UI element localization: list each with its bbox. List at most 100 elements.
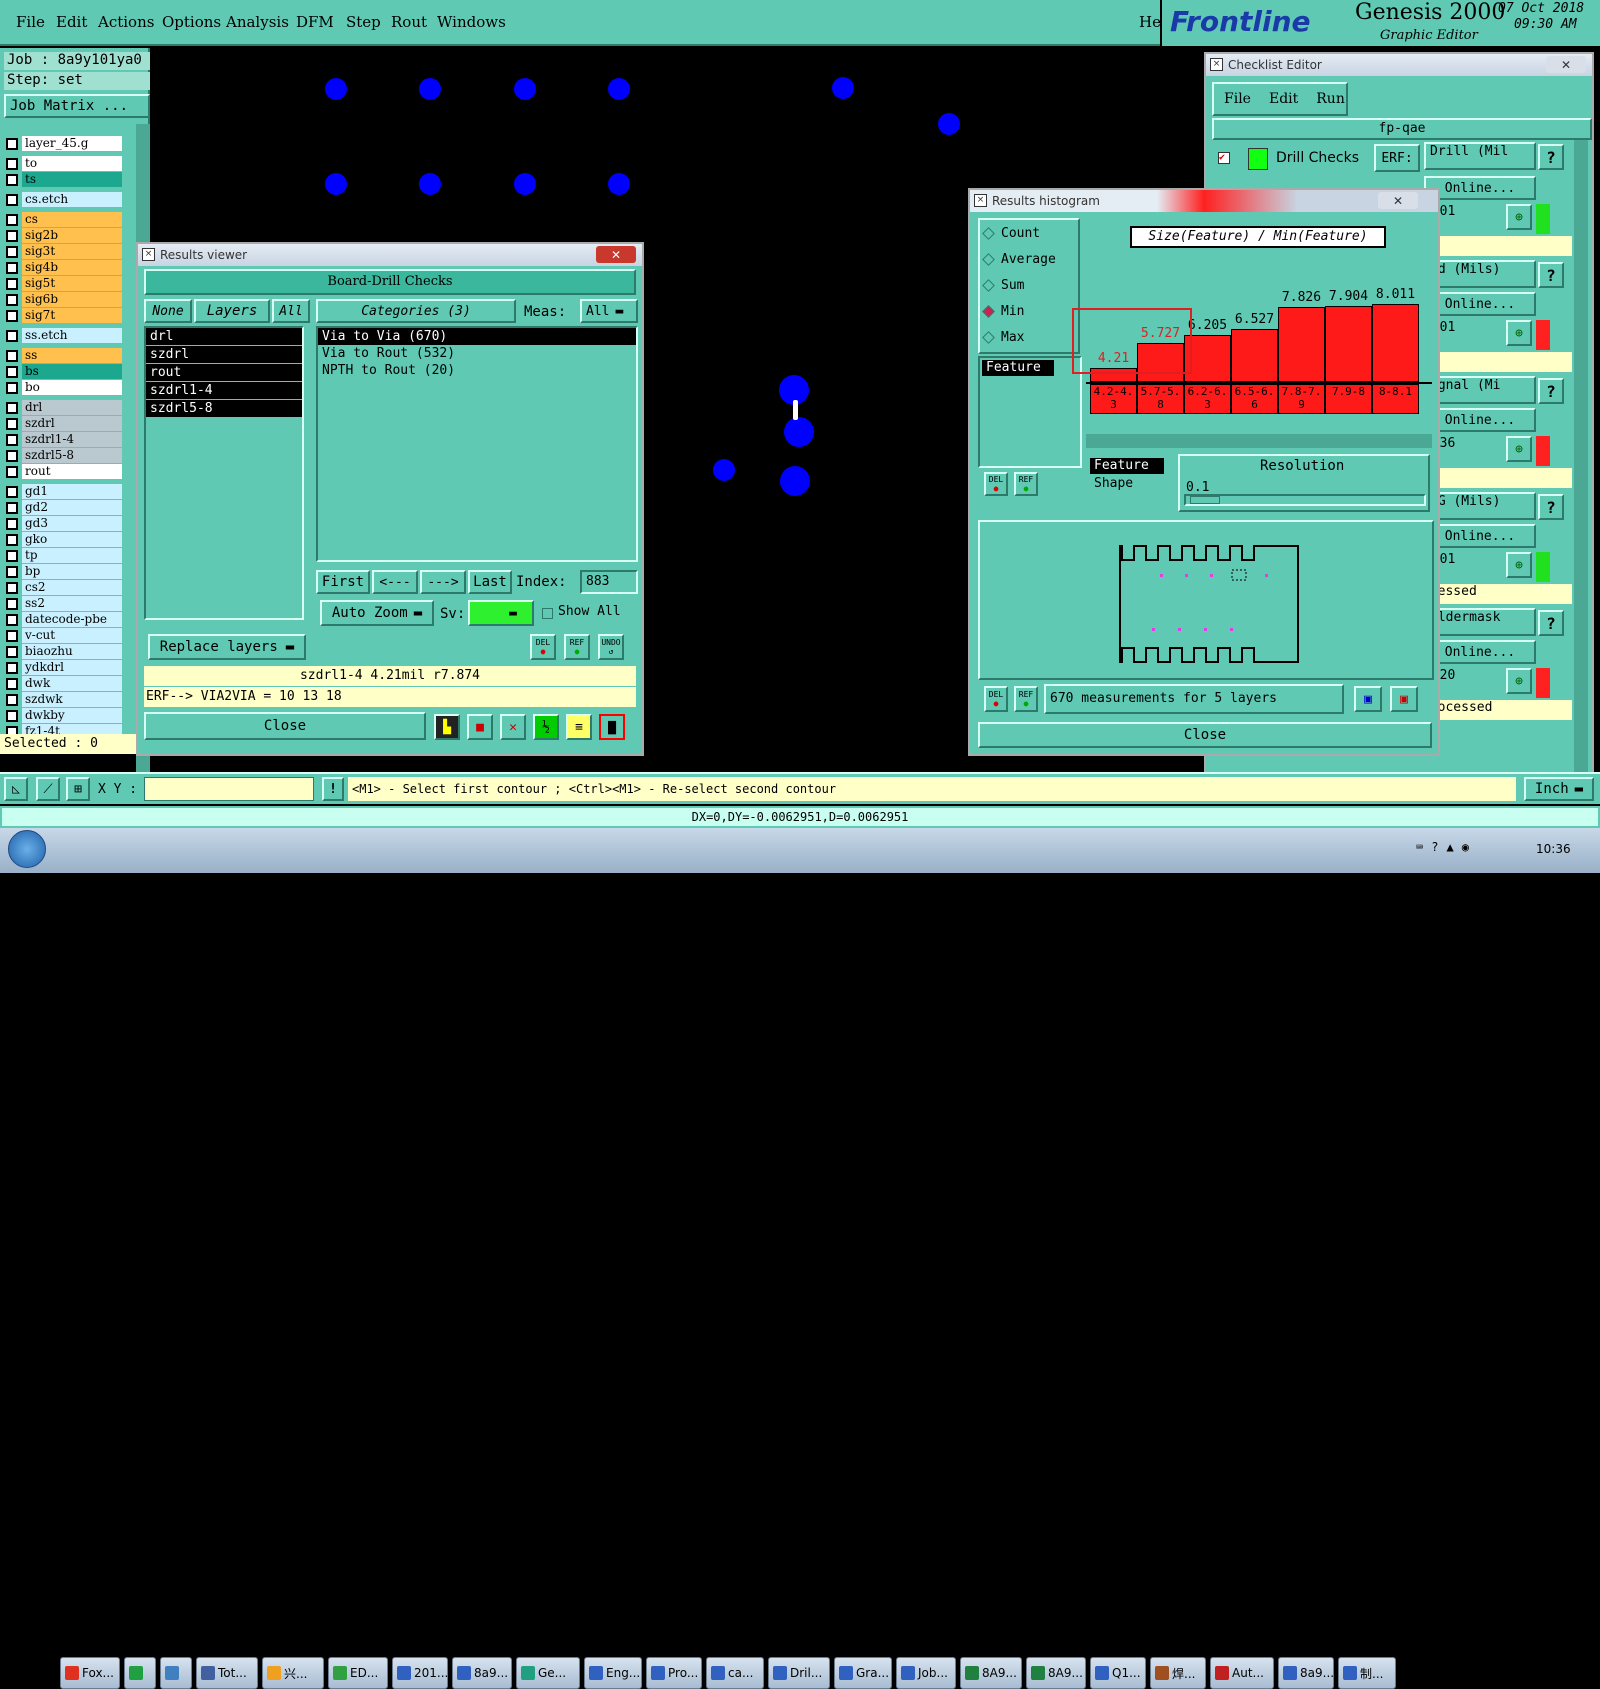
units-dropdown[interactable]: Inch ▬	[1524, 777, 1594, 801]
stat-option-min[interactable]: Min	[980, 298, 1078, 324]
taskbar-button[interactable]: Dril...	[768, 1657, 830, 1689]
layer-row[interactable]: szdrl1-4	[6, 432, 122, 447]
layer-result-item[interactable]: szdrl	[146, 346, 302, 363]
taskbar-button[interactable]: 8A9...	[1026, 1657, 1086, 1689]
layer-row[interactable]: ss.etch	[6, 328, 122, 343]
help-tray-icon[interactable]: ?	[1431, 840, 1438, 854]
step-tool-icon[interactable]: ½	[533, 714, 559, 740]
layers-button[interactable]: Layers	[194, 299, 270, 323]
taskbar-button[interactable]: Eng...	[584, 1657, 642, 1689]
online-button[interactable]: Online...	[1424, 176, 1536, 200]
keyboard-icon[interactable]: ⌨	[1416, 840, 1423, 854]
histogram-tool-icon[interactable]: ▙	[434, 714, 460, 740]
check-enable-checkbox[interactable]: ✔	[1218, 152, 1230, 164]
close-icon[interactable]: ✕	[596, 246, 636, 263]
layer-row[interactable]: gd3	[6, 516, 122, 531]
layer-row[interactable]: bo	[6, 380, 122, 395]
stat-option-average[interactable]: Average	[980, 246, 1078, 272]
layer-row[interactable]: drl	[6, 400, 122, 415]
menu-file[interactable]: File	[16, 13, 45, 31]
category-list[interactable]: Via to Via (670) Via to Rout (532) NPTH to…	[316, 326, 638, 562]
erf-field[interactable]: Drill (Mil	[1424, 142, 1536, 170]
hist-del2-button[interactable]: DEL ●	[984, 686, 1008, 712]
online-button[interactable]: Online...	[1424, 640, 1536, 664]
taskbar-button[interactable]: Job...	[896, 1657, 956, 1689]
layer-checkbox[interactable]	[6, 433, 18, 446]
layer-row[interactable]: layer_45.g	[6, 136, 122, 151]
histogram-close-button[interactable]: Close	[978, 722, 1432, 748]
histogram-bar[interactable]	[1231, 329, 1278, 382]
layer-result-list[interactable]: drl szdrl rout szdrl1-4 szdrl5-8	[144, 326, 304, 620]
index-input[interactable]: 883	[580, 570, 638, 594]
xy-input[interactable]	[144, 777, 314, 801]
alert-icon[interactable]: !	[322, 777, 344, 801]
online-button[interactable]: Online...	[1424, 408, 1536, 432]
all-button[interactable]: All	[272, 299, 310, 323]
stat-option-count[interactable]: Count	[980, 220, 1078, 246]
feature-list-box[interactable]	[978, 356, 1082, 468]
taskbar-button[interactable]: ca...	[706, 1657, 764, 1689]
erf-field[interactable]: cd (Mils)	[1424, 260, 1536, 288]
taskbar-button[interactable]: 兴...	[262, 1657, 324, 1689]
taskbar-button[interactable]	[124, 1657, 156, 1689]
layer-row[interactable]: sig6b	[6, 292, 122, 307]
layer-row[interactable]: biaozhu	[6, 644, 122, 659]
layer-checkbox[interactable]	[6, 645, 18, 658]
job-matrix-button[interactable]: Job Matrix ...	[4, 94, 150, 118]
histogram-bar[interactable]	[1325, 305, 1372, 382]
layer-row[interactable]: szdrl	[6, 416, 122, 431]
layer-row[interactable]: cs2	[6, 580, 122, 595]
layer-row[interactable]: ss2	[6, 596, 122, 611]
layer-checkbox[interactable]	[6, 381, 18, 394]
next-button[interactable]: --->	[420, 570, 466, 594]
layer-checkbox[interactable]	[6, 365, 18, 378]
help-button[interactable]: ?	[1538, 378, 1564, 404]
taskbar-button[interactable]: Ge...	[516, 1657, 580, 1689]
zoom-icon[interactable]: ⊕	[1506, 436, 1532, 462]
sv-color-dropdown[interactable]: ▬	[468, 600, 534, 626]
layer-checkbox[interactable]	[6, 581, 18, 594]
hist-ref-button[interactable]: REF ●	[1014, 472, 1038, 496]
menu-edit[interactable]: Edit	[56, 13, 87, 31]
menu-windows[interactable]: Windows	[437, 13, 506, 31]
layer-row[interactable]: datecode-pbe	[6, 612, 122, 627]
layer-checkbox[interactable]	[6, 329, 18, 342]
layer-checkbox[interactable]	[6, 465, 18, 478]
checklist-menu-edit[interactable]: Edit	[1269, 91, 1298, 107]
image-tool-icon[interactable]: ■	[467, 714, 493, 740]
layer-checkbox[interactable]	[6, 693, 18, 706]
radio-icon[interactable]	[982, 226, 995, 240]
layer-checkbox[interactable]	[6, 661, 18, 674]
layer-row[interactable]: sig7t	[6, 308, 122, 323]
category-item[interactable]: NPTH to Rout (20)	[318, 362, 636, 379]
layer-row[interactable]: szdrl5-8	[6, 448, 122, 463]
del-button[interactable]: DEL ●	[530, 634, 556, 660]
layer-checkbox[interactable]	[6, 229, 18, 242]
layer-checkbox[interactable]	[6, 293, 18, 306]
taskbar-button[interactable]	[160, 1657, 192, 1689]
layer-checkbox[interactable]	[6, 157, 18, 170]
layer-row[interactable]: gko	[6, 532, 122, 547]
checklist-menu-file[interactable]: File	[1224, 91, 1251, 107]
resolution-slider[interactable]	[1184, 494, 1426, 506]
menu-rout[interactable]: Rout	[391, 13, 427, 31]
histogram-bar[interactable]	[1372, 303, 1419, 382]
hist-del-button[interactable]: DEL ●	[984, 472, 1008, 496]
layer-checkbox[interactable]	[6, 277, 18, 290]
layer-checkbox[interactable]	[6, 193, 18, 206]
menu-analysis[interactable]: Analysis	[226, 13, 289, 31]
start-button[interactable]	[8, 830, 46, 868]
layer-checkbox[interactable]	[6, 517, 18, 530]
taskbar-button[interactable]: Fox...	[60, 1657, 120, 1689]
layer-checkbox[interactable]	[6, 501, 18, 514]
zoom-icon[interactable]: ⊕	[1506, 668, 1532, 694]
measure-icon[interactable]: ⟋	[36, 777, 60, 801]
hist-ref2-button[interactable]: REF ●	[1014, 686, 1038, 712]
categories-button[interactable]: Categories (3)	[316, 299, 516, 323]
layer-row[interactable]: sig4b	[6, 260, 122, 275]
feature-option[interactable]: Feature	[1090, 458, 1164, 474]
zoom-icon[interactable]: ⊕	[1506, 552, 1532, 578]
zoom-to-icon[interactable]: ▣	[1354, 686, 1382, 712]
layer-row[interactable]: ss	[6, 348, 122, 363]
stat-option-sum[interactable]: Sum	[980, 272, 1078, 298]
